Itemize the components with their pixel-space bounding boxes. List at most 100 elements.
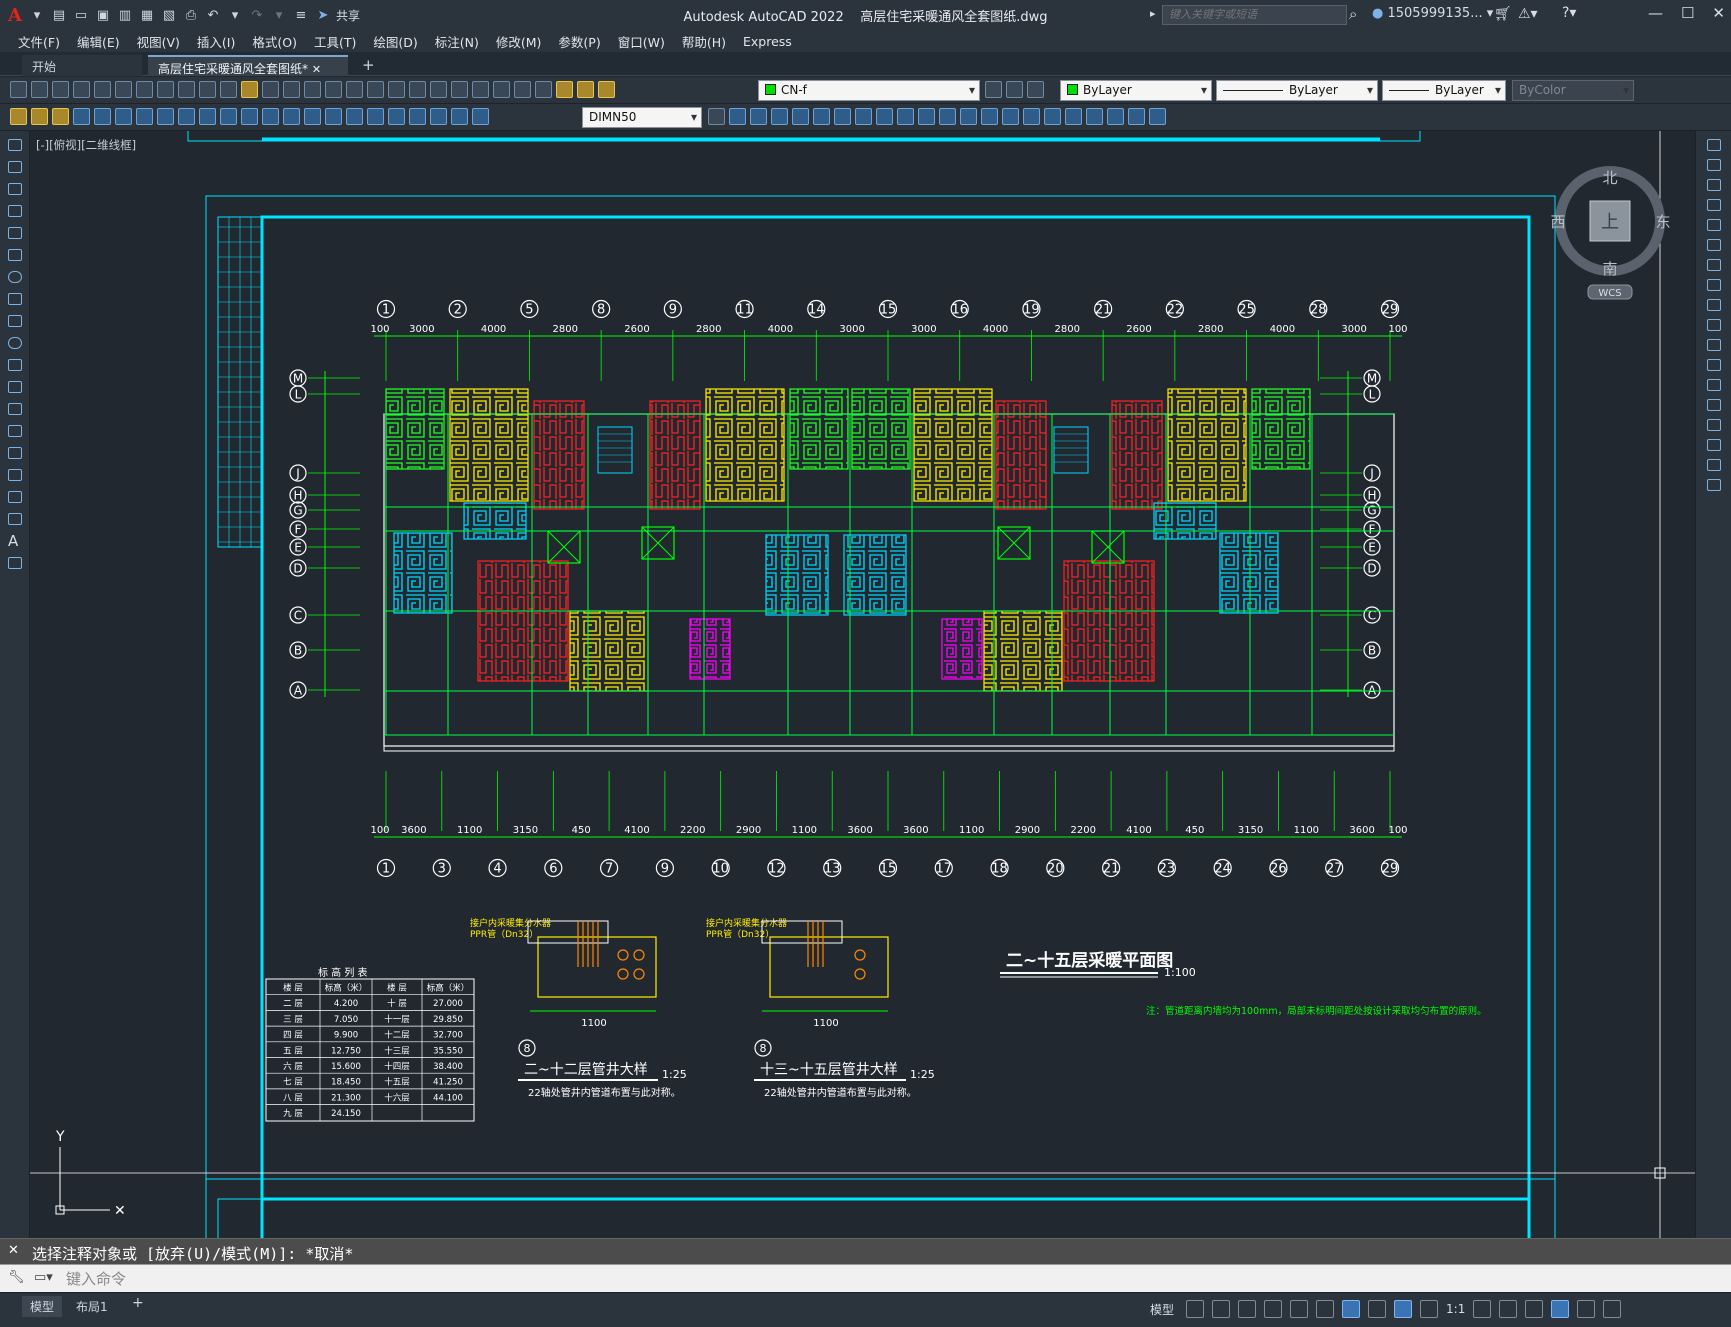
tab-document[interactable]: 高层住宅采暖通风全套图纸* ✕	[148, 55, 348, 76]
clean-screen-icon[interactable]	[1577, 1300, 1596, 1318]
open-tool-icon[interactable]	[31, 81, 48, 98]
add-layout-button[interactable]: +	[124, 1293, 152, 1313]
match-properties-icon[interactable]	[220, 81, 237, 98]
maximize-icon[interactable]: ☐	[1681, 4, 1694, 22]
layer-lock-icon[interactable]	[598, 81, 615, 98]
share-button[interactable]: 共享	[336, 7, 360, 24]
dim-break-icon[interactable]	[325, 108, 342, 125]
lineweight-icon[interactable]	[1368, 1300, 1387, 1318]
line-tool-icon[interactable]	[8, 139, 22, 151]
scale-icon[interactable]	[876, 108, 893, 125]
tab-model[interactable]: 模型	[22, 1296, 63, 1317]
save-web-icon[interactable]: ▧	[160, 6, 178, 24]
mirror-icon[interactable]	[771, 108, 788, 125]
autocad-logo-icon[interactable]: A	[6, 5, 24, 26]
compass-north[interactable]: 北	[1602, 169, 1617, 187]
continue-dim-icon[interactable]	[283, 108, 300, 125]
explode-icon[interactable]	[1044, 108, 1061, 125]
angular-dim-icon[interactable]	[220, 108, 237, 125]
join-icon[interactable]	[981, 108, 998, 125]
copy-object-icon[interactable]	[750, 108, 767, 125]
table-icon[interactable]	[8, 513, 22, 525]
dim-update-icon[interactable]	[472, 108, 489, 125]
customization-icon[interactable]	[1603, 1300, 1622, 1318]
command-close-icon[interactable]: ✕	[8, 1243, 19, 1258]
compass-south[interactable]: 南	[1602, 260, 1617, 278]
ellipse-arc-icon[interactable]	[8, 359, 22, 371]
layer-properties-icon[interactable]	[535, 81, 552, 98]
polygon-icon[interactable]	[8, 205, 22, 217]
move-side-icon[interactable]	[1707, 239, 1721, 251]
dim-text-edit-icon[interactable]	[451, 108, 468, 125]
fillet-side-icon[interactable]	[1707, 439, 1721, 451]
sheet-set-icon[interactable]	[451, 81, 468, 98]
share-icon[interactable]: ➤	[314, 6, 332, 24]
redo-dropdown-icon[interactable]: ▾	[270, 6, 288, 24]
compass-east[interactable]: 东	[1655, 213, 1670, 231]
new-tab-button[interactable]: +	[352, 53, 385, 74]
block-editor-icon[interactable]	[241, 81, 258, 98]
command-recent-icon[interactable]: ▭▾	[34, 1270, 53, 1285]
design-center-icon[interactable]	[409, 81, 426, 98]
tool-palettes-icon[interactable]	[430, 81, 447, 98]
auto-scale-icon[interactable]	[1420, 1300, 1439, 1318]
command-customize-icon[interactable]: 🔧︎	[8, 1270, 25, 1285]
preview-tool-icon[interactable]	[94, 81, 111, 98]
plot-icon[interactable]: ⎙	[182, 6, 200, 24]
tolerance-icon[interactable]	[346, 108, 363, 125]
center-mark-icon[interactable]	[367, 108, 384, 125]
zoom-realtime-icon[interactable]	[325, 81, 342, 98]
menu-express[interactable]: Express	[739, 34, 805, 49]
mirror-side-icon[interactable]	[1707, 179, 1721, 191]
break-side-icon[interactable]	[1707, 379, 1721, 391]
plus-icon[interactable]	[1499, 1300, 1518, 1318]
grid-icon[interactable]	[1186, 1300, 1205, 1318]
baseline-dim-icon[interactable]	[262, 108, 279, 125]
zoom-window-icon[interactable]	[346, 81, 363, 98]
radius-dim-icon[interactable]	[157, 108, 174, 125]
circle-icon[interactable]	[8, 271, 22, 283]
tab-start[interactable]: 开始	[22, 55, 142, 76]
send-back-icon[interactable]	[1149, 108, 1166, 125]
offset-side-icon[interactable]	[1707, 199, 1721, 211]
drawing-canvas[interactable]: [-][俯视][二维线框] 1 2 5 8 9 11 14 15 16 19 2…	[30, 131, 1695, 1238]
copy-side-icon[interactable]	[1707, 159, 1721, 171]
redo-icon[interactable]: ↷	[248, 6, 266, 24]
bring-front-icon[interactable]	[1128, 108, 1145, 125]
save-icon[interactable]: ▣	[94, 6, 112, 24]
pan-tool-icon[interactable]	[304, 81, 321, 98]
rotate-icon[interactable]	[855, 108, 872, 125]
save-tool-icon[interactable]	[52, 81, 69, 98]
menu-tools[interactable]: 工具(T)	[310, 32, 369, 51]
menu-insert[interactable]: 插入(I)	[193, 32, 248, 51]
revision-cloud-icon[interactable]	[8, 293, 22, 305]
quickcalc-icon[interactable]	[493, 81, 510, 98]
minimize-icon[interactable]: —	[1648, 4, 1663, 22]
open-web-icon[interactable]: ▦	[138, 6, 156, 24]
dimstyle-dropdown[interactable]: DIMN50	[582, 107, 702, 128]
move-icon[interactable]	[834, 108, 851, 125]
rotate-side-icon[interactable]	[1707, 259, 1721, 271]
break-icon[interactable]	[960, 108, 977, 125]
polar-icon[interactable]	[1264, 1300, 1283, 1318]
arc-length-dim-icon[interactable]	[115, 108, 132, 125]
stretch-icon[interactable]	[897, 108, 914, 125]
ordinate-dim-icon[interactable]	[136, 108, 153, 125]
construction-line-icon[interactable]	[8, 161, 22, 173]
object-snap-tracking-icon[interactable]	[1316, 1300, 1335, 1318]
spline-icon[interactable]	[8, 315, 22, 327]
3d-dwf-tool-icon[interactable]	[136, 81, 153, 98]
quick-dim-icon[interactable]	[241, 108, 258, 125]
chamfer-side-icon[interactable]	[1707, 419, 1721, 431]
app-menu-chevron-icon[interactable]: ▾	[28, 6, 46, 24]
cut-tool-icon[interactable]	[157, 81, 174, 98]
draw-order-icon[interactable]	[1065, 108, 1082, 125]
help-icon[interactable]: ?▾	[1562, 5, 1576, 21]
layer-previous-icon[interactable]	[1027, 81, 1044, 98]
command-input[interactable]	[66, 1268, 1706, 1290]
plot-tool-icon[interactable]	[73, 81, 90, 98]
publish-tool-icon[interactable]	[115, 81, 132, 98]
menu-dimension[interactable]: 标注(N)	[431, 32, 492, 51]
copy-tool-icon[interactable]	[178, 81, 195, 98]
explode-side-icon[interactable]	[1707, 479, 1721, 491]
